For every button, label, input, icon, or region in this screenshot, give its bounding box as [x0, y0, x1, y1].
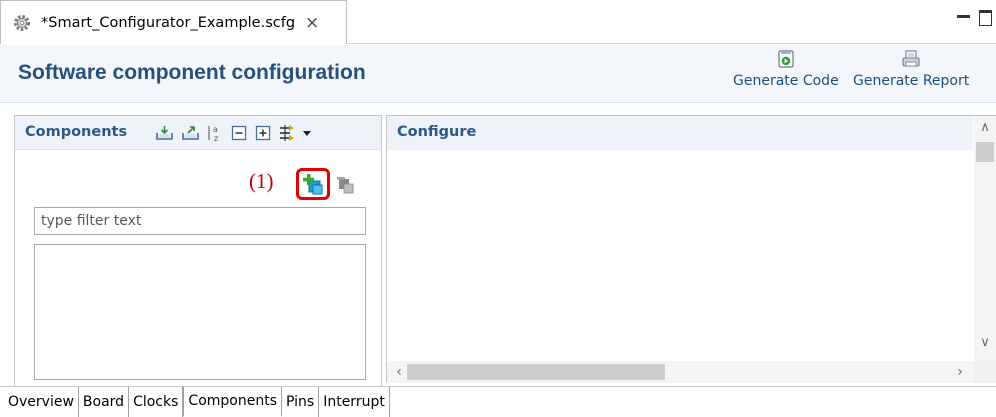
add-component-button[interactable] — [296, 168, 330, 200]
sort-az-icon[interactable]: a z — [205, 123, 225, 143]
components-panel: Components a z (1) type filter text — [14, 115, 382, 397]
generate-report-icon — [902, 50, 920, 67]
horizontal-scrollbar[interactable]: ‹ › — [387, 361, 974, 383]
components-title: Components — [25, 124, 128, 140]
horizontal-scroll-thumb[interactable] — [407, 364, 665, 380]
svg-text:z: z — [214, 134, 218, 143]
tab-components[interactable]: Components — [183, 387, 282, 417]
view-mode-icon[interactable] — [277, 123, 297, 143]
page-header: Software component configuration Generat… — [0, 45, 996, 103]
minimize-icon[interactable] — [954, 6, 974, 26]
components-panel-header: Components a z — [15, 116, 381, 150]
generate-code-button[interactable]: Generate Code — [733, 49, 839, 89]
maximize-icon[interactable] — [976, 6, 996, 26]
remove-component-icon — [337, 177, 354, 194]
scroll-corner — [974, 361, 996, 383]
chevron-up-icon[interactable]: ∧ — [974, 116, 996, 138]
page-title: Software component configuration — [18, 61, 366, 84]
configure-title: Configure — [397, 124, 477, 140]
tab-overview[interactable]: Overview — [4, 387, 79, 417]
svg-text:a: a — [213, 125, 218, 134]
add-component-icon — [303, 174, 323, 195]
vertical-scroll-thumb[interactable] — [976, 142, 994, 162]
chevron-down-icon[interactable]: ∨ — [974, 331, 996, 353]
expand-all-icon[interactable] — [253, 123, 273, 143]
import-icon[interactable] — [155, 123, 175, 143]
vertical-scrollbar[interactable]: ∧ ∨ — [974, 116, 996, 363]
filter-input[interactable] — [34, 207, 366, 235]
generate-report-button[interactable]: Generate Report — [853, 49, 969, 89]
view-menu-icon[interactable] — [297, 123, 317, 143]
configure-panel-header: Configure — [387, 116, 973, 150]
remove-component-button[interactable] — [335, 174, 357, 196]
gear-icon — [11, 12, 33, 34]
generate-report-label: Generate Report — [853, 73, 970, 89]
chevron-left-icon[interactable]: ‹ — [389, 361, 409, 383]
generate-code-icon — [778, 50, 794, 68]
tab-clocks[interactable]: Clocks — [129, 387, 184, 417]
collapse-all-icon[interactable] — [229, 123, 249, 143]
generate-code-label: Generate Code — [733, 73, 839, 89]
tab-board[interactable]: Board — [78, 387, 130, 417]
annotation-marker: (1) — [249, 169, 274, 193]
editor-tab-strip: *Smart_Configurator_Example.scfg × — [0, 0, 996, 44]
close-icon[interactable]: × — [305, 13, 319, 33]
chevron-right-icon[interactable]: › — [950, 361, 970, 383]
tab-pins[interactable]: Pins — [282, 387, 320, 417]
editor-tab[interactable]: *Smart_Configurator_Example.scfg × — [0, 0, 347, 44]
editor-tab-title: *Smart_Configurator_Example.scfg — [41, 14, 296, 31]
components-tree[interactable] — [34, 244, 366, 380]
configure-panel: Configure ∧ ∨ ‹ › — [386, 115, 996, 383]
tab-interrupt[interactable]: Interrupt — [319, 387, 390, 417]
export-icon[interactable] — [181, 123, 201, 143]
bottom-tab-bar: Overview Board Clocks Components Pins In… — [0, 386, 996, 417]
